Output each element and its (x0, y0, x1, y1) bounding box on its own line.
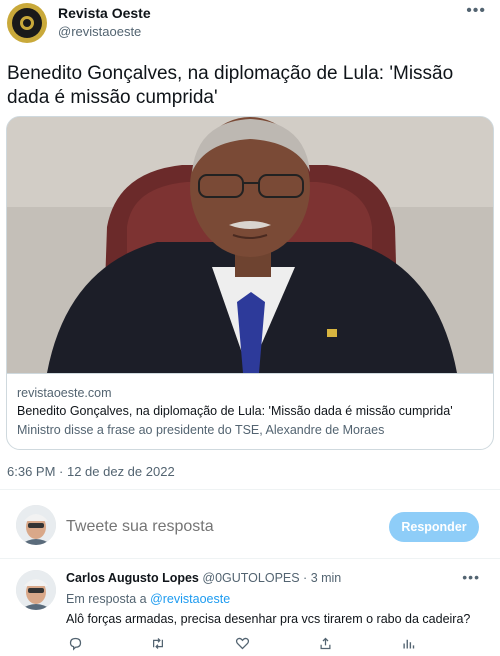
more-options-icon[interactable]: ••• (466, 2, 486, 20)
more-options-icon[interactable]: ••• (462, 569, 480, 585)
reply-header: Carlos Augusto Lopes @0GUTOLOPES · 3 min (66, 571, 341, 585)
reply-to-prefix: Em resposta a (66, 592, 151, 606)
author-handle[interactable]: @revistaoeste (58, 24, 141, 39)
reply-to-handle[interactable]: @revistaoeste (150, 592, 230, 606)
comment-icon[interactable] (66, 634, 84, 652)
card-description: Ministro disse a frase ao presidente do … (17, 423, 385, 437)
heart-icon[interactable] (233, 634, 251, 652)
reply-to-line: Em resposta a @revistaoeste (66, 592, 230, 606)
reply-text: Alô forças armadas, precisa desenhar pra… (66, 612, 471, 626)
card-domain: revistaoeste.com (17, 386, 112, 400)
user-avatar[interactable] (16, 505, 56, 545)
author-display-name[interactable]: Revista Oeste (58, 5, 151, 21)
analytics-icon[interactable] (399, 634, 417, 652)
tweet-timestamp[interactable]: 6:36 PM · 12 de dez de 2022 (7, 464, 175, 479)
reply-actions (66, 634, 486, 652)
link-card[interactable]: revistaoeste.com Benedito Gonçalves, na … (6, 116, 494, 450)
replier-name[interactable]: Carlos Augusto Lopes (66, 571, 199, 585)
card-image[interactable] (7, 117, 493, 373)
replier-avatar[interactable] (16, 570, 56, 610)
reply-composer: Responder (0, 490, 500, 558)
card-title: Benedito Gonçalves, na diplomação de Lul… (17, 404, 453, 418)
retweet-icon[interactable] (149, 634, 167, 652)
tweet-header: Revista Oeste @revistaoeste ••• (0, 0, 500, 50)
portrait-image (7, 117, 493, 373)
reply-button[interactable]: Responder (389, 512, 479, 542)
reply-input[interactable] (66, 518, 366, 536)
replier-handle-time[interactable]: @0GUTOLOPES · 3 min (202, 571, 341, 585)
author-avatar[interactable] (7, 3, 47, 43)
tweet-text: Benedito Gonçalves, na diplomação de Lul… (7, 63, 454, 108)
share-icon[interactable] (316, 634, 334, 652)
card-meta[interactable]: revistaoeste.com Benedito Gonçalves, na … (7, 373, 493, 449)
reply-tweet[interactable]: Carlos Augusto Lopes @0GUTOLOPES · 3 min… (0, 559, 500, 656)
